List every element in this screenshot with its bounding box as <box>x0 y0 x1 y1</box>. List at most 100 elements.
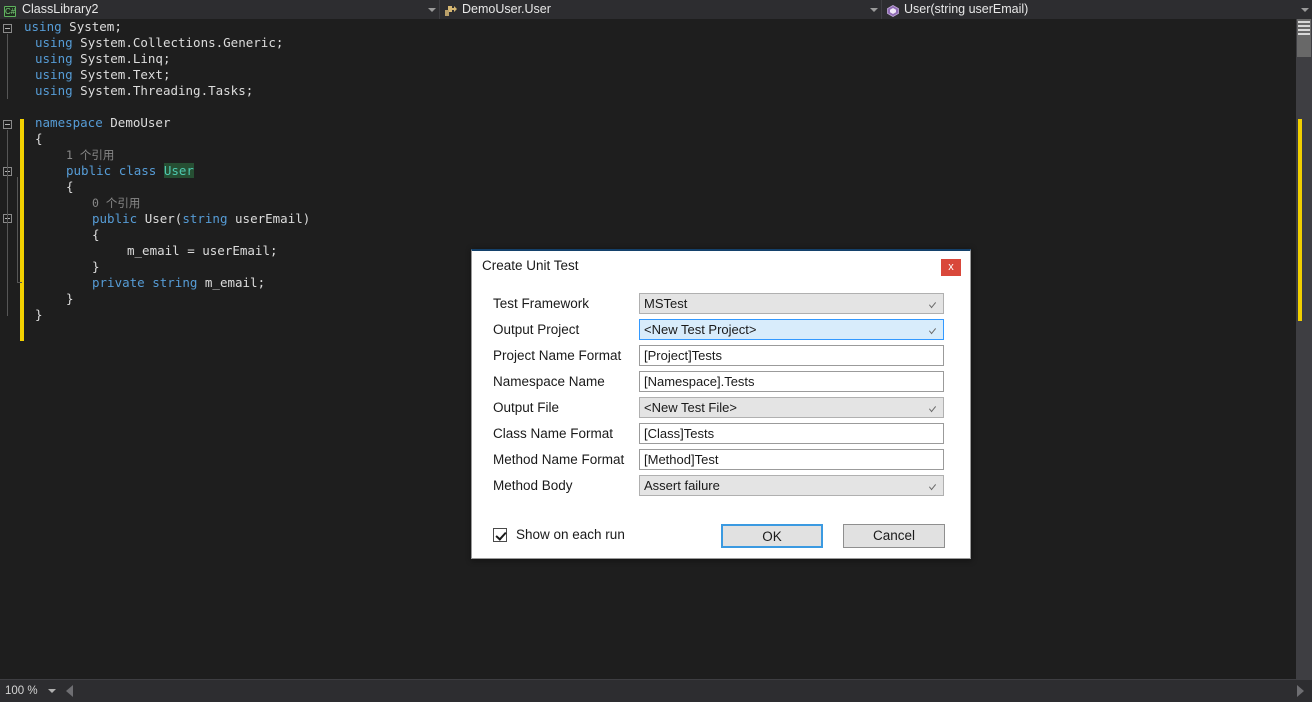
editor-navigation-bar: C# ClassLibrary2 DemoUser.User <box>0 0 1312 19</box>
brace: } <box>92 259 100 274</box>
project-dropdown[interactable]: C# ClassLibrary2 <box>0 0 440 19</box>
code-line: using System.Threading.Tasks; <box>35 83 253 99</box>
dialog-footer: Show on each run OK Cancel <box>472 523 970 559</box>
codelens-class-label[interactable]: 1 个引用 <box>66 148 114 162</box>
label-project-name-format: Project Name Format <box>493 348 621 363</box>
code-line: m_email = userEmail; <box>127 243 278 259</box>
method-body-select[interactable]: Assert failure <box>639 475 944 496</box>
dialog-title: Create Unit Test <box>482 258 579 273</box>
using-linq: System.Linq; <box>80 51 170 66</box>
structure-guide-namespace <box>7 130 8 316</box>
ctor-name: User <box>145 211 175 226</box>
code-line: using System.Text; <box>35 67 170 83</box>
output-project-select[interactable]: <New Test Project> <box>639 319 944 340</box>
using-tasks: System.Threading.Tasks; <box>80 83 253 98</box>
show-on-each-run-label: Show on each run <box>516 527 625 542</box>
keyword-string: string <box>182 211 227 226</box>
vertical-scrollbar[interactable] <box>1296 19 1312 679</box>
keyword-using: using <box>24 19 62 34</box>
keyword-using: using <box>35 83 73 98</box>
code-line: } <box>66 291 74 307</box>
code-line: using System; <box>24 19 122 35</box>
class-name-identifier: User <box>164 163 194 178</box>
keyword-using: using <box>35 67 73 82</box>
brace: { <box>35 131 43 146</box>
project-dropdown-label: ClassLibrary2 <box>22 0 426 19</box>
label-class-name-format: Class Name Format <box>493 426 613 441</box>
label-output-project: Output Project <box>493 322 579 337</box>
keyword-namespace: namespace <box>35 115 103 130</box>
chevron-down-icon[interactable] <box>48 689 56 693</box>
codelens-class: 1 个引用 <box>66 147 114 163</box>
method-name-format-input[interactable]: [Method]Test <box>639 449 944 470</box>
dialog-form: Test Framework MSTest Output Project <Ne… <box>472 293 970 501</box>
cancel-button[interactable]: Cancel <box>843 524 945 548</box>
ok-button[interactable]: OK <box>721 524 823 548</box>
csharp-project-icon: C# <box>4 3 18 17</box>
form-row-method-body: Method Body Assert failure <box>472 475 970 501</box>
code-line: public User(string userEmail) <box>92 211 310 227</box>
code-content[interactable]: using System; using System.Collections.G… <box>24 19 69 387</box>
brace: } <box>66 291 74 306</box>
output-file-select[interactable]: <New Test File> <box>639 397 944 418</box>
label-method-name-format: Method Name Format <box>493 452 624 467</box>
form-row-namespace-name: Namespace Name [Namespace].Tests <box>472 371 970 397</box>
form-row-project-name-format: Project Name Format [Project]Tests <box>472 345 970 371</box>
chevron-down-icon[interactable] <box>868 0 879 19</box>
code-line: namespace DemoUser <box>35 115 170 131</box>
fold-toggle-using[interactable] <box>3 24 12 33</box>
code-line: } <box>35 307 43 323</box>
editor-status-bar: 100 % <box>0 679 1312 702</box>
form-row-method-name-format: Method Name Format [Method]Test <box>472 449 970 475</box>
keyword-class: class <box>119 163 157 178</box>
test-framework-select[interactable]: MSTest <box>639 293 944 314</box>
dialog-title-bar: Create Unit Test x <box>472 251 970 283</box>
form-row-class-name-format: Class Name Format [Class]Tests <box>472 423 970 449</box>
keyword-using: using <box>35 35 73 50</box>
project-name-format-input[interactable]: [Project]Tests <box>639 345 944 366</box>
namespace-name-input[interactable]: [Namespace].Tests <box>639 371 944 392</box>
structure-guide-using <box>7 34 8 99</box>
horizontal-scrollbar[interactable] <box>62 681 1312 702</box>
label-test-framework: Test Framework <box>493 296 589 311</box>
codelens-ctor-label[interactable]: 0 个引用 <box>92 196 140 210</box>
brace: { <box>66 179 74 194</box>
member-dropdown[interactable]: User(string userEmail) <box>882 0 1312 19</box>
assignment-statement: m_email = userEmail; <box>127 243 278 258</box>
close-icon[interactable]: x <box>941 259 961 276</box>
param-name: userEmail <box>235 211 303 226</box>
label-output-file: Output File <box>493 400 559 415</box>
using-system: System; <box>69 19 122 34</box>
fold-toggle-namespace[interactable] <box>3 120 12 129</box>
keyword-public: public <box>92 211 137 226</box>
code-line: using System.Collections.Generic; <box>35 35 283 51</box>
scrollbar-change-marker <box>1298 119 1302 321</box>
scrollbar-annotation-marks <box>1298 21 1310 37</box>
scroll-right-arrow-icon[interactable] <box>1297 685 1304 697</box>
zoom-level-dropdown[interactable]: 100 % <box>0 681 62 702</box>
zoom-level-value: 100 % <box>5 685 38 697</box>
class-name-format-input[interactable]: [Class]Tests <box>639 423 944 444</box>
class-icon <box>444 3 458 17</box>
show-on-each-run-checkbox[interactable]: Show on each run <box>493 527 625 542</box>
checkbox-checked-icon[interactable] <box>493 528 507 542</box>
scroll-left-arrow-icon[interactable] <box>66 685 73 697</box>
label-method-body: Method Body <box>493 478 573 493</box>
brace: { <box>92 227 100 242</box>
member-dropdown-label: User(string userEmail) <box>904 0 1299 19</box>
brace: } <box>35 307 43 322</box>
code-line: } <box>92 259 100 275</box>
code-line: public class User <box>66 163 194 179</box>
visual-studio-window: C# ClassLibrary2 DemoUser.User <box>0 0 1312 701</box>
chevron-down-icon[interactable] <box>1299 0 1310 19</box>
code-line: { <box>92 227 100 243</box>
code-line: { <box>66 179 74 195</box>
form-row-test-framework: Test Framework MSTest <box>472 293 970 319</box>
keyword-string: string <box>152 275 197 290</box>
namespace-name: DemoUser <box>110 115 170 130</box>
form-row-output-project: Output Project <New Test Project> <box>472 319 970 345</box>
type-dropdown[interactable]: DemoUser.User <box>440 0 882 19</box>
keyword-public: public <box>66 163 111 178</box>
keyword-private: private <box>92 275 145 290</box>
chevron-down-icon[interactable] <box>426 0 437 19</box>
